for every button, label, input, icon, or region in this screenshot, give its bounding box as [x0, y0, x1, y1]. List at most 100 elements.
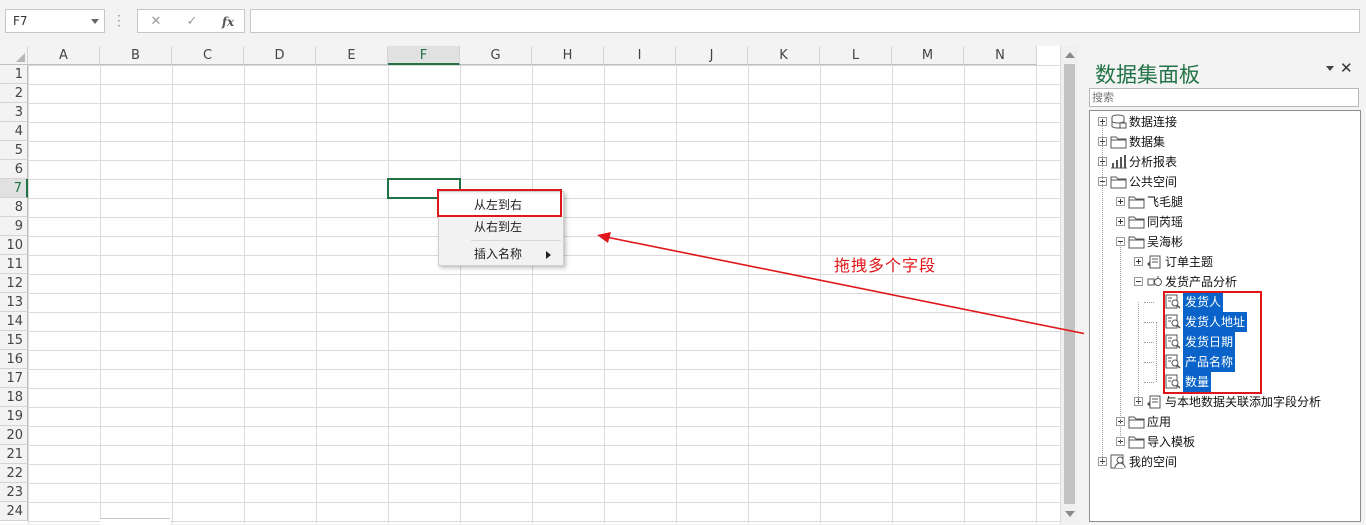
row-header-5[interactable]: 5: [0, 141, 28, 160]
tree-connector: [1102, 122, 1103, 463]
folder-icon: [1128, 194, 1145, 209]
insert-function-button[interactable]: fx: [216, 13, 240, 31]
tree-node[interactable]: 分析报表: [1090, 152, 1360, 172]
tree-node-label: 应用: [1147, 415, 1172, 429]
row-header-15[interactable]: 15: [0, 331, 28, 350]
folder-icon: [1128, 214, 1145, 229]
row-header-18[interactable]: 18: [0, 388, 28, 407]
tree-node-label: 数据连接: [1129, 115, 1178, 129]
row-header-10[interactable]: 10: [0, 236, 28, 255]
confirm-icon[interactable]: ✓: [180, 13, 204, 31]
column-header-g[interactable]: G: [460, 46, 532, 65]
fx-icon: fx: [221, 15, 235, 29]
chevron-down-icon[interactable]: [91, 19, 99, 24]
row-header-21[interactable]: 21: [0, 445, 28, 464]
tree-node[interactable]: 公共空间: [1090, 172, 1360, 192]
column-header-k[interactable]: K: [748, 46, 820, 65]
submenu-arrow-icon: [546, 251, 551, 259]
row-header-8[interactable]: 8: [0, 198, 28, 217]
tree-node[interactable]: 飞毛腿: [1090, 192, 1360, 212]
column-header-l[interactable]: L: [820, 46, 892, 65]
formula-bar: F7 · · · ✕ ✓ fx: [0, 0, 1366, 44]
row-header-16[interactable]: 16: [0, 350, 28, 369]
row-header-22[interactable]: 22: [0, 464, 28, 483]
row-header-1[interactable]: 1: [0, 65, 28, 84]
expand-icon[interactable]: [1134, 257, 1143, 266]
tree-node[interactable]: 同芮瑶: [1090, 212, 1360, 232]
column-header-j[interactable]: J: [676, 46, 748, 65]
row-header-13[interactable]: 13: [0, 293, 28, 312]
column-header-n[interactable]: N: [964, 46, 1037, 65]
tree-node-label: 同芮瑶: [1147, 215, 1184, 229]
column-header-i[interactable]: I: [604, 46, 676, 65]
vertical-scrollbar[interactable]: [1060, 46, 1078, 524]
menu-item-insert-name-label: 插入名称: [474, 247, 523, 261]
column-header-f[interactable]: F: [388, 46, 460, 65]
tree-node[interactable]: 订单主题: [1090, 252, 1360, 272]
folder-icon: [1110, 134, 1127, 149]
menu-item-right-to-left[interactable]: 从右到左: [439, 216, 563, 238]
collapse-icon[interactable]: [1134, 277, 1143, 286]
menu-separator: [471, 240, 561, 241]
tree-connector: [1156, 322, 1157, 382]
menu-item-insert-name[interactable]: 插入名称: [439, 243, 563, 265]
close-icon[interactable]: ✕: [1340, 59, 1353, 77]
column-header-a[interactable]: A: [28, 46, 100, 65]
row-header-9[interactable]: 9: [0, 217, 28, 236]
topic-icon: [1146, 394, 1163, 409]
row-header-2[interactable]: 2: [0, 84, 28, 103]
name-box[interactable]: F7: [5, 9, 105, 33]
row-header-11[interactable]: 11: [0, 255, 28, 274]
tree-node[interactable]: 导入模板: [1090, 432, 1360, 452]
tree-connector: [1144, 302, 1154, 303]
name-box-value: F7: [13, 14, 28, 28]
panel-options-icon[interactable]: [1326, 66, 1334, 71]
row-header-24[interactable]: 24: [0, 502, 28, 521]
report-icon: [1110, 154, 1127, 169]
folder-icon: [1128, 234, 1145, 249]
database-icon: [1110, 114, 1127, 129]
formula-input[interactable]: [250, 9, 1360, 33]
column-header-b[interactable]: B: [100, 46, 172, 65]
tree-connector: [1144, 322, 1154, 323]
row-header-12[interactable]: 12: [0, 274, 28, 293]
tree-node[interactable]: 数据连接: [1090, 112, 1360, 132]
cancel-icon[interactable]: ✕: [144, 13, 168, 31]
row-header-17[interactable]: 17: [0, 369, 28, 388]
tree-node-label: 我的空间: [1129, 455, 1178, 469]
column-header-m[interactable]: M: [892, 46, 964, 65]
select-all-button[interactable]: [0, 46, 28, 65]
row-header-4[interactable]: 4: [0, 122, 28, 141]
column-header-d[interactable]: D: [244, 46, 316, 65]
scrollbar-thumb[interactable]: [1064, 64, 1075, 504]
tree-node[interactable]: 应用: [1090, 412, 1360, 432]
row-header-19[interactable]: 19: [0, 407, 28, 426]
tree-connector: [1138, 302, 1139, 403]
scroll-up-icon[interactable]: [1065, 52, 1075, 58]
scroll-down-icon[interactable]: [1065, 511, 1075, 517]
dataset-icon: [1146, 274, 1163, 289]
row-header-14[interactable]: 14: [0, 312, 28, 331]
row-header-23[interactable]: 23: [0, 483, 28, 502]
tree-node[interactable]: 我的空间: [1090, 452, 1360, 472]
tree-node-label: 订单主题: [1165, 255, 1214, 269]
cell-area[interactable]: [28, 65, 1060, 524]
expand-icon[interactable]: [1116, 217, 1125, 226]
column-header-e[interactable]: E: [316, 46, 388, 65]
row-header-20[interactable]: 20: [0, 426, 28, 445]
column-header-c[interactable]: C: [172, 46, 244, 65]
expand-icon[interactable]: [1116, 197, 1125, 206]
tree-node[interactable]: 吴海彬: [1090, 232, 1360, 252]
tree-node[interactable]: 与本地数据关联添加字段分析: [1090, 392, 1360, 412]
search-input[interactable]: [1089, 88, 1359, 107]
tree-node[interactable]: 数据集: [1090, 132, 1360, 152]
folder-icon: [1110, 174, 1127, 189]
row-header-7[interactable]: 7: [0, 179, 28, 198]
row-header-6[interactable]: 6: [0, 160, 28, 179]
tree-node-label: 与本地数据关联添加字段分析: [1165, 395, 1322, 409]
column-header-h[interactable]: H: [532, 46, 604, 65]
row-header-3[interactable]: 3: [0, 103, 28, 122]
panel-title: 数据集面板: [1095, 63, 1200, 87]
tree-node-label: 分析报表: [1129, 155, 1178, 169]
tree-node[interactable]: 发货产品分析: [1090, 272, 1360, 292]
